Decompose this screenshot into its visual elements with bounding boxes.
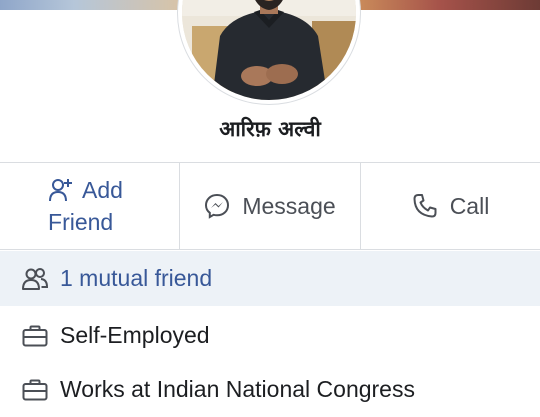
add-friend-icon <box>49 179 73 202</box>
profile-action-bar: Add Friend Message Call <box>0 162 540 250</box>
cover-photo-left <box>0 0 185 10</box>
message-button[interactable]: Message <box>180 163 360 249</box>
mutual-friends-row[interactable]: 1 mutual friend <box>0 251 540 306</box>
briefcase-icon <box>22 325 48 346</box>
briefcase-icon <box>22 379 48 400</box>
add-friend-label-line2: Friend <box>48 209 114 235</box>
add-friend-label-line1: Add <box>82 177 123 203</box>
work-row-self-employed: Self-Employed <box>0 308 540 363</box>
messenger-icon <box>205 193 230 219</box>
profile-name: आरिफ़ अल्वी <box>219 117 321 141</box>
mutual-friends-text: 1 mutual friend <box>60 265 213 291</box>
profile-picture-frame[interactable] <box>178 0 360 104</box>
cover-photo-right <box>360 0 540 10</box>
phone-icon <box>413 194 437 218</box>
call-button[interactable]: Call <box>361 163 540 249</box>
work-row-congress[interactable]: Works at Indian National Congress <box>0 362 540 417</box>
profile-photo-image <box>182 0 356 100</box>
work-text-self-employed: Self-Employed <box>60 322 210 348</box>
call-label: Call <box>449 192 490 219</box>
message-label: Message <box>242 192 336 219</box>
add-friend-button[interactable]: Add Friend <box>0 163 179 249</box>
profile-picture[interactable] <box>182 0 356 100</box>
work-text-congress: Works at Indian National Congress <box>60 376 415 402</box>
people-icon <box>22 267 48 290</box>
